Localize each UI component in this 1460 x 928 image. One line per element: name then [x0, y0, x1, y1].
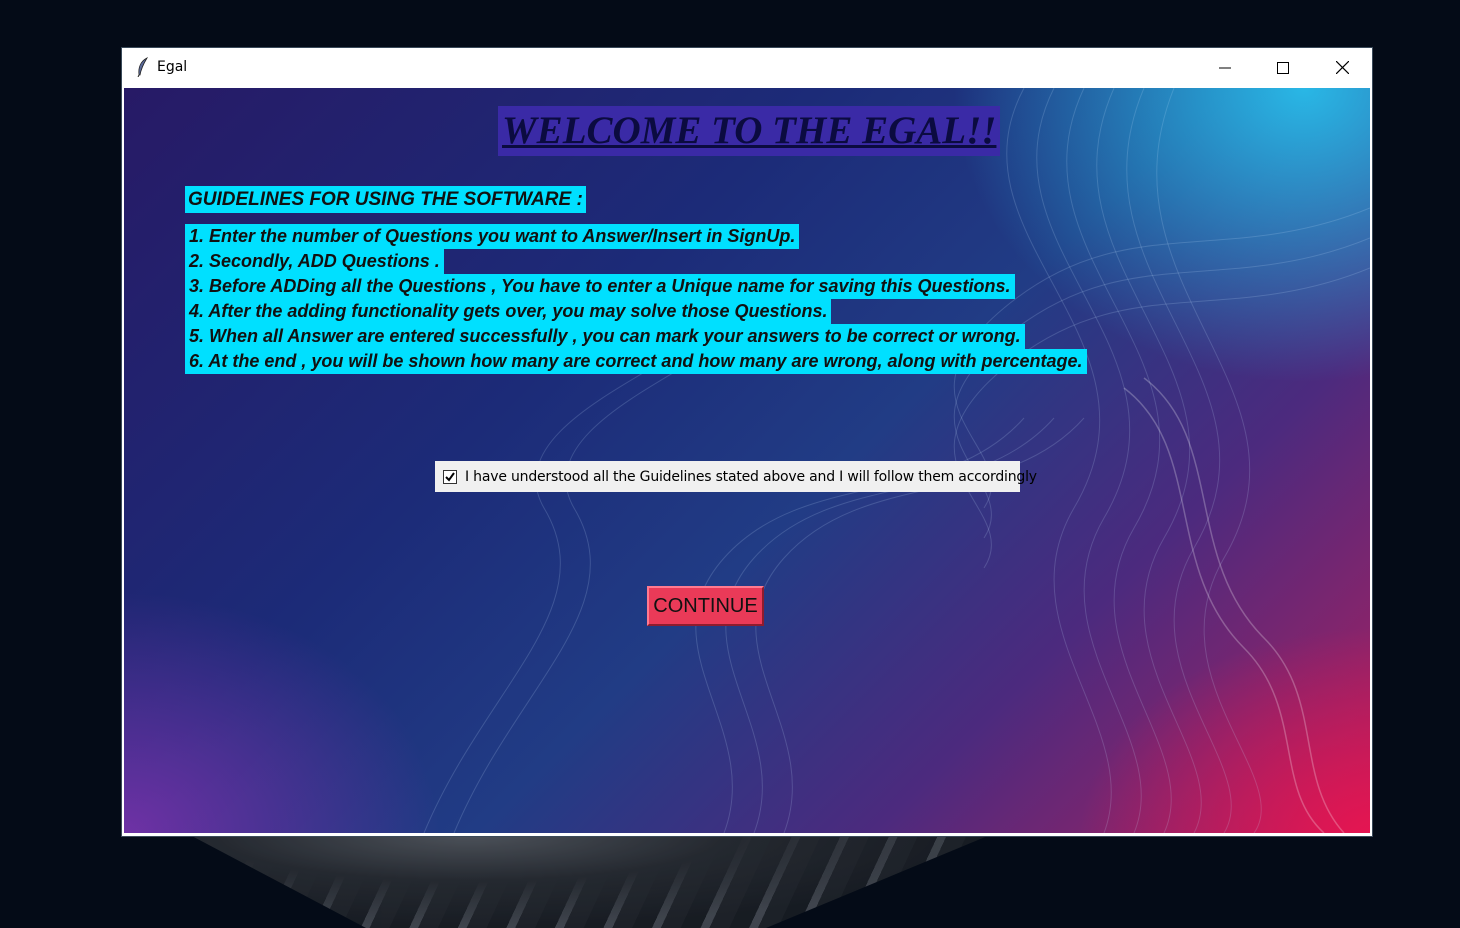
maximize-button[interactable] — [1254, 48, 1312, 87]
welcome-heading: WELCOME TO THE EGAL!! — [498, 106, 1001, 156]
guideline-item: 6. At the end , you will be shown how ma… — [185, 349, 1087, 374]
guideline-item: 1. Enter the number of Questions you wan… — [185, 224, 800, 249]
guidelines-list: 1. Enter the number of Questions you wan… — [185, 224, 1087, 374]
agreement-checkbox-row[interactable]: I have understood all the Guidelines sta… — [435, 461, 1037, 492]
guideline-item: 5. When all Answer are entered successfu… — [185, 324, 1025, 349]
guideline-item: 3. Before ADDing all the Questions , You… — [185, 274, 1015, 299]
guidelines-heading: GUIDELINES FOR USING THE SOFTWARE : — [185, 186, 586, 213]
minimize-icon — [1219, 67, 1231, 68]
title-bar[interactable]: Egal — [122, 48, 1372, 87]
guideline-item: 4. After the adding functionality gets o… — [185, 299, 832, 324]
maximize-icon — [1277, 61, 1289, 74]
guideline-item: 2. Secondly, ADD Questions . — [185, 249, 444, 274]
feather-icon — [137, 57, 149, 77]
agreement-label[interactable]: I have understood all the Guidelines sta… — [465, 469, 1037, 485]
checkmark-icon — [445, 471, 455, 482]
continue-button[interactable]: CONTINUE — [647, 586, 764, 626]
desktop-wallpaper — [190, 835, 990, 928]
app-window: Egal WELCOME TO THE EGAL!! GUIDELINES FO… — [122, 48, 1372, 836]
agreement-checkbox[interactable] — [443, 469, 457, 484]
window-content: WELCOME TO THE EGAL!! GUIDELINES FOR USI… — [124, 88, 1370, 833]
close-icon — [1335, 61, 1349, 74]
close-button[interactable] — [1313, 48, 1371, 87]
minimize-button[interactable] — [1196, 48, 1254, 87]
window-title: Egal — [157, 59, 188, 75]
